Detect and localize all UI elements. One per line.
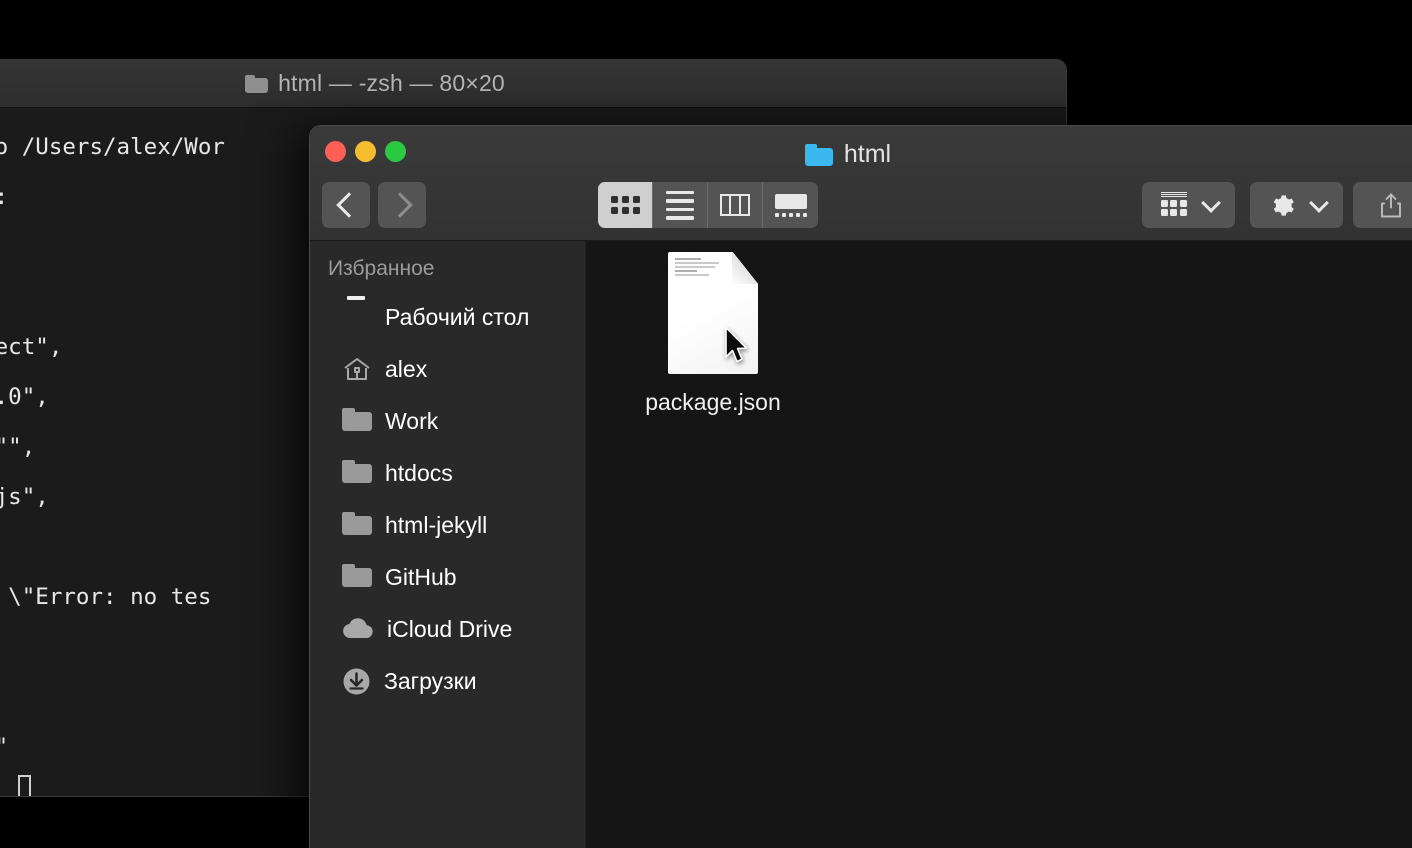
chevron-left-icon xyxy=(335,192,362,218)
folder-icon xyxy=(342,408,372,434)
forward-button[interactable] xyxy=(378,182,426,228)
sidebar-item-label: alex xyxy=(385,355,428,382)
gear-icon xyxy=(1268,192,1295,219)
home-icon xyxy=(342,356,372,382)
folder-icon xyxy=(342,460,372,486)
sidebar-item-label: Work xyxy=(385,407,439,434)
action-menu-button[interactable] xyxy=(1250,182,1343,228)
list-icon xyxy=(666,190,694,220)
download-icon xyxy=(342,667,371,696)
list-view-button[interactable] xyxy=(653,182,708,228)
folder-icon xyxy=(245,74,269,93)
sidebar-item-label: GitHub xyxy=(385,563,457,590)
folder-icon xyxy=(342,512,372,538)
group-by-button[interactable] xyxy=(1142,182,1235,228)
maximize-button[interactable] xyxy=(385,141,406,162)
finder-window[interactable]: html Избранное Рабочий стол alex Work ht… xyxy=(310,126,1412,848)
group-icon xyxy=(1159,192,1189,218)
chevron-right-icon xyxy=(386,192,413,218)
cloud-icon xyxy=(342,618,374,640)
desktop-screen: html — -zsh — 80×20 to /Users/alex/Wor s… xyxy=(0,0,1412,848)
chevron-down-icon xyxy=(1201,192,1222,213)
minimize-button[interactable] xyxy=(355,141,376,162)
sidebar-item-html-jekyll[interactable]: html-jekyll xyxy=(310,499,585,551)
chevron-down-icon xyxy=(1308,192,1329,213)
finder-toolbar: html xyxy=(310,126,1412,241)
close-button[interactable] xyxy=(325,141,346,162)
back-button[interactable] xyxy=(322,182,370,228)
sidebar-item-downloads[interactable]: Загрузки xyxy=(310,655,585,707)
navigation-group xyxy=(322,182,426,228)
finder-body: Избранное Рабочий стол alex Work htdocs … xyxy=(310,241,1412,848)
sidebar-item-label: iCloud Drive xyxy=(387,615,513,642)
window-title: html xyxy=(843,140,892,168)
sidebar-item-desktop[interactable]: Рабочий стол xyxy=(310,291,585,343)
sidebar-item-icloud-drive[interactable]: iCloud Drive xyxy=(310,603,585,655)
document-icon xyxy=(668,252,758,374)
file-name-label: package.json xyxy=(645,389,781,415)
terminal-cursor xyxy=(18,775,31,796)
window-controls xyxy=(325,141,406,162)
sidebar-item-label: Рабочий стол xyxy=(385,303,530,330)
toolbar-row xyxy=(310,181,1412,229)
view-mode-segmented-control xyxy=(598,182,818,228)
sidebar-item-github[interactable]: GitHub xyxy=(310,551,585,603)
gallery-view-button[interactable] xyxy=(763,182,818,228)
finder-sidebar: Избранное Рабочий стол alex Work htdocs … xyxy=(310,241,586,848)
grid-icon xyxy=(610,196,640,214)
columns-icon xyxy=(720,194,750,216)
folder-icon xyxy=(342,564,372,590)
icon-view-button[interactable] xyxy=(598,182,653,228)
terminal-titlebar[interactable]: html — -zsh — 80×20 xyxy=(0,60,1066,108)
sidebar-item-label: htdocs xyxy=(385,459,453,486)
finder-file-area[interactable]: package.json xyxy=(586,241,1412,848)
blue-folder-icon xyxy=(804,143,833,166)
terminal-title: html — -zsh — 80×20 xyxy=(278,70,505,96)
share-button[interactable] xyxy=(1353,182,1412,228)
gallery-icon xyxy=(774,193,807,217)
sidebar-item-label: html-jekyll xyxy=(385,511,488,538)
sidebar-section-header: Избранное xyxy=(328,257,435,280)
sidebar-item-label: Загрузки xyxy=(384,667,477,694)
finder-title-bar: html xyxy=(310,140,1412,169)
column-view-button[interactable] xyxy=(708,182,763,228)
file-item-package-json[interactable]: package.json xyxy=(618,252,808,416)
sidebar-item-htdocs[interactable]: htdocs xyxy=(310,447,585,499)
sidebar-item-work[interactable]: Work xyxy=(310,395,585,447)
desktop-icon xyxy=(342,304,372,330)
sidebar-item-home[interactable]: alex xyxy=(310,343,585,395)
share-icon xyxy=(1379,192,1403,219)
